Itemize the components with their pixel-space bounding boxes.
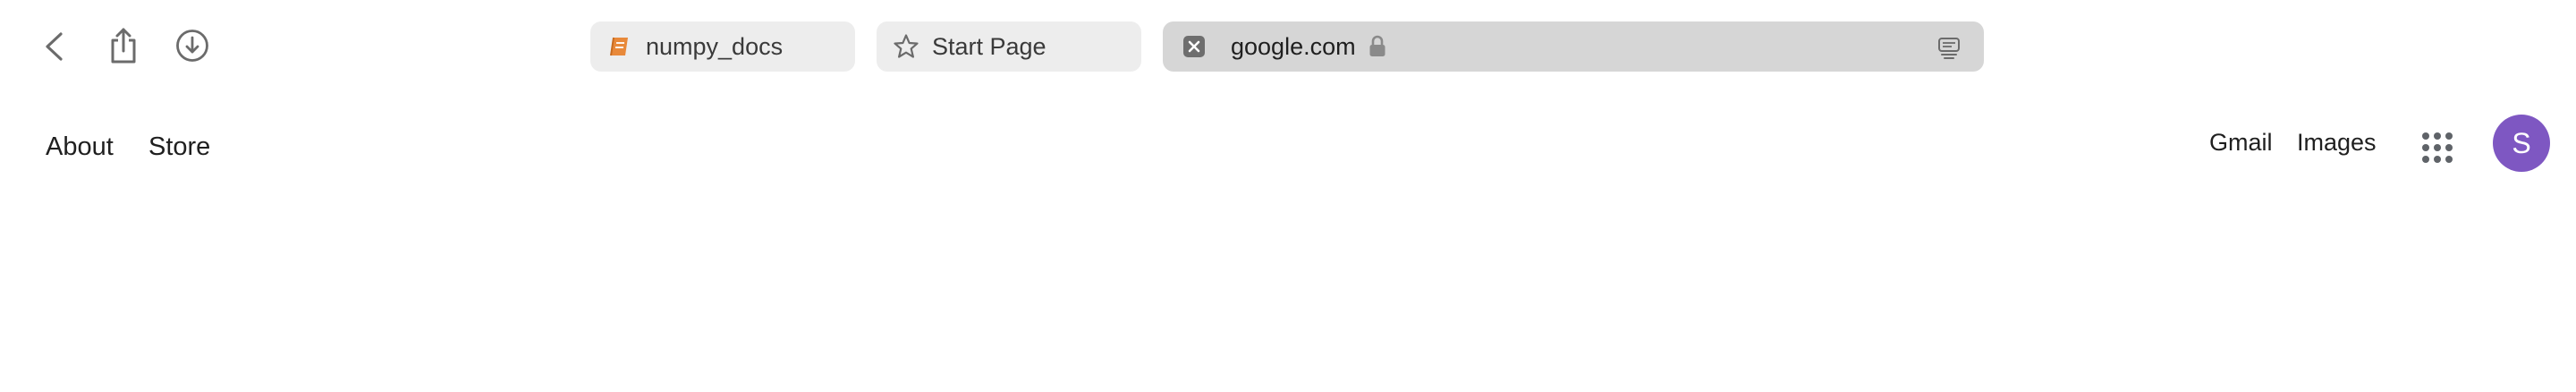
tab-title: numpy_docs (646, 32, 784, 60)
star-outline-icon (893, 33, 919, 60)
images-link[interactable]: Images (2297, 129, 2377, 157)
address-text[interactable]: google.com (1231, 33, 1356, 61)
avatar-initial: S (2512, 126, 2531, 159)
google-header: About Store Gmail Images S (0, 93, 2576, 200)
download-icon (176, 30, 208, 62)
about-link[interactable]: About (46, 132, 114, 162)
tab-numpy-docs[interactable]: numpy_docs (590, 21, 855, 72)
chevron-left-icon (46, 32, 63, 61)
store-link[interactable]: Store (148, 132, 210, 162)
back-button[interactable] (36, 27, 72, 66)
book-icon (606, 33, 633, 60)
browser-toolbar: numpy_docs Start Page google.com (0, 0, 2576, 93)
tab-start-page[interactable]: Start Page (877, 21, 1141, 72)
share-icon (111, 28, 136, 64)
reader-view-icon[interactable] (1936, 34, 1962, 61)
gmail-link[interactable]: Gmail (2209, 129, 2273, 157)
avatar[interactable]: S (2493, 115, 2550, 172)
lock-icon (1368, 35, 1386, 58)
downloads-button[interactable] (172, 25, 213, 66)
tab-title: Start Page (932, 32, 1046, 60)
close-tab-icon[interactable] (1181, 33, 1208, 60)
apps-grid-icon[interactable] (2422, 132, 2453, 163)
share-button[interactable] (104, 23, 143, 68)
tab-google-active[interactable]: google.com (1163, 21, 1984, 72)
